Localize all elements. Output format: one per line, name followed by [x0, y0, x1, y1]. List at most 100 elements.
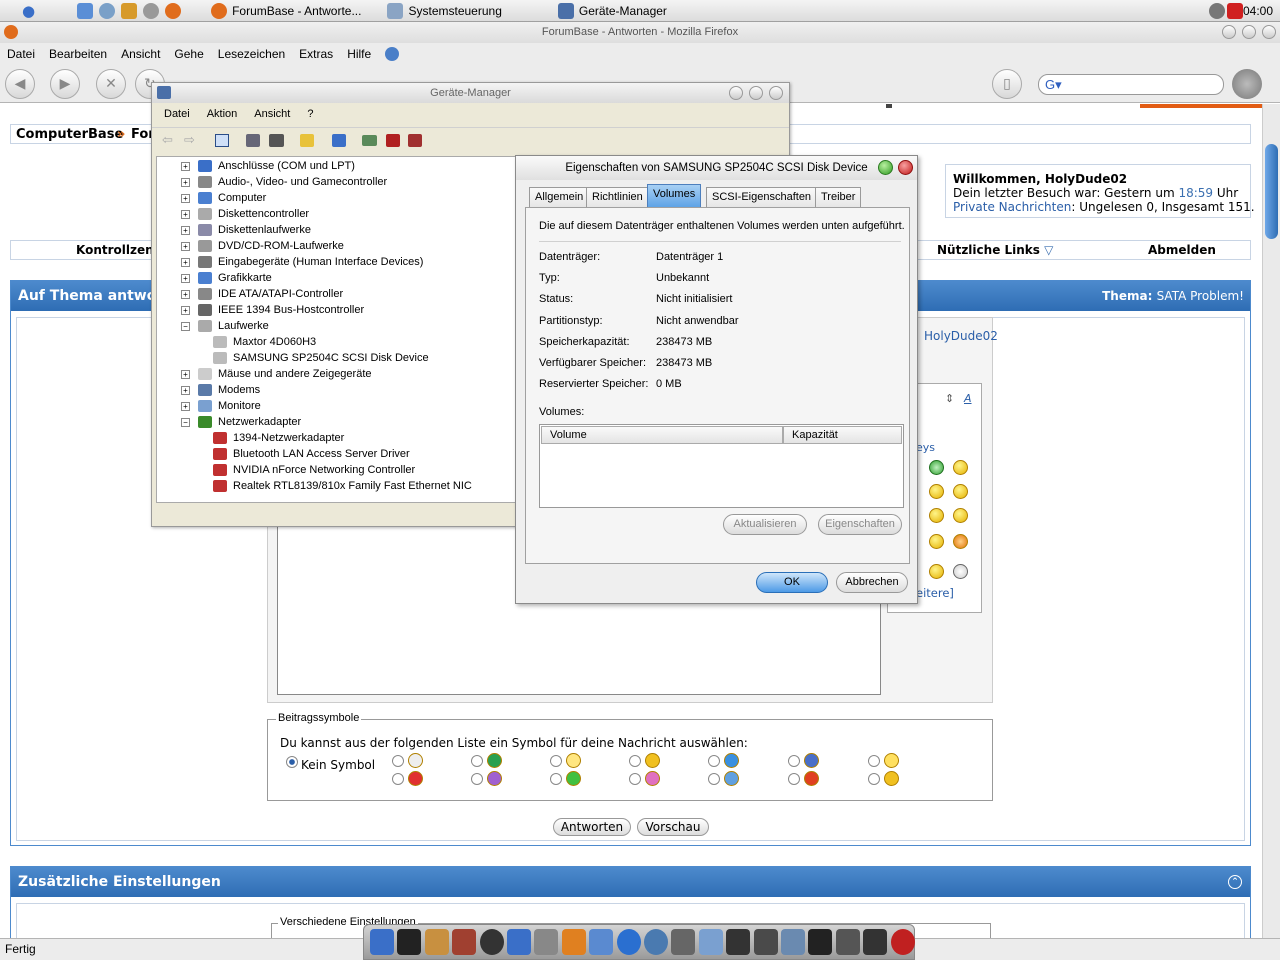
forward-button[interactable]: ▶ — [50, 69, 80, 99]
symbol-radio[interactable] — [868, 755, 880, 767]
smiley-icon[interactable] — [929, 484, 944, 499]
dock-app-icon[interactable] — [863, 929, 888, 955]
menu-datei[interactable]: Datei — [7, 47, 35, 61]
minimize-button[interactable] — [1222, 25, 1236, 39]
menu-gehe[interactable]: Gehe — [174, 47, 203, 61]
refresh-button[interactable]: Aktualisieren — [723, 514, 807, 535]
symbol-radio[interactable] — [471, 773, 483, 785]
dock-app-icon[interactable] — [890, 929, 915, 955]
launcher-icon[interactable] — [121, 2, 138, 19]
symbol-radio[interactable] — [788, 773, 800, 785]
symbol-radio[interactable] — [471, 755, 483, 767]
properties-button[interactable]: Eigenschaften — [818, 514, 902, 535]
properties-icon[interactable] — [246, 134, 260, 147]
font-size-icon[interactable]: A — [964, 392, 972, 405]
expand-icon[interactable]: + — [181, 273, 190, 283]
launcher-icon[interactable] — [143, 2, 160, 19]
launcher-icon[interactable] — [99, 2, 116, 19]
pm-link[interactable]: Private Nachrichten — [953, 200, 1071, 214]
device-item[interactable]: SAMSUNG SP2504C SCSI Disk Device — [213, 350, 429, 366]
symbol-radio[interactable] — [550, 773, 562, 785]
symbol-radio[interactable] — [708, 755, 720, 767]
page-scrollbar[interactable] — [1262, 104, 1280, 938]
collapse-icon[interactable]: ⌃ — [1228, 875, 1242, 889]
preview-button[interactable]: Vorschau — [637, 818, 709, 836]
help-icon[interactable] — [300, 134, 314, 147]
device-category[interactable]: + Computer — [181, 190, 266, 206]
expand-icon[interactable]: + — [181, 193, 190, 203]
symbol-radio[interactable] — [550, 755, 562, 767]
extra-settings-header[interactable]: Zusätzliche Einstellungen ⌃ — [11, 867, 1250, 897]
tab-allgemein[interactable]: Allgemein — [529, 187, 590, 207]
disk-properties-titlebar[interactable]: Eigenschaften von SAMSUNG SP2504C SCSI D… — [516, 156, 917, 180]
device-category[interactable]: + Anschlüsse (COM und LPT) — [181, 158, 355, 174]
smiley-icon[interactable] — [929, 534, 944, 549]
device-item[interactable]: Realtek RTL8139/810x Family Fast Etherne… — [213, 478, 472, 494]
dock-app-icon[interactable] — [616, 929, 641, 955]
menu-ansicht[interactable]: Ansicht — [254, 108, 290, 120]
ok-button[interactable]: OK — [756, 572, 828, 593]
menu-help[interactable]: ? — [307, 108, 313, 120]
smiley-icon[interactable] — [953, 484, 968, 499]
device-category[interactable]: + IDE ATA/ATAPI-Controller — [181, 286, 343, 302]
symbol-radio[interactable] — [868, 773, 880, 785]
smiley-icon[interactable] — [929, 460, 944, 475]
search-field[interactable]: G▾ — [1038, 74, 1224, 95]
nav-logout[interactable]: Abmelden — [1148, 243, 1216, 257]
expand-icon[interactable]: + — [181, 225, 190, 235]
tab-treiber[interactable]: Treiber — [815, 187, 862, 207]
disable-device-icon[interactable] — [386, 134, 400, 147]
more-smilies-link[interactable]: eitere] — [916, 586, 954, 600]
maximize-button[interactable] — [749, 86, 763, 100]
expand-icon[interactable]: + — [181, 305, 190, 315]
print-icon[interactable] — [269, 134, 284, 147]
smiley-icon[interactable] — [953, 460, 968, 475]
smiley-icon[interactable] — [929, 508, 944, 523]
device-tree[interactable]: + Anschlüsse (COM und LPT) + Audio-, Video-… — [156, 156, 518, 503]
device-item[interactable]: Bluetooth LAN Access Server Driver — [213, 446, 410, 462]
expand-icon[interactable]: + — [181, 401, 190, 411]
scan-icon[interactable] — [332, 134, 346, 147]
menu-lesezeichen[interactable]: Lesezeichen — [218, 47, 285, 61]
view-icon[interactable] — [215, 134, 229, 147]
collapse-icon[interactable]: − — [181, 417, 190, 427]
dock-app-icon[interactable] — [507, 929, 531, 955]
minimize-button[interactable] — [729, 86, 743, 100]
smiley-icon[interactable] — [953, 534, 968, 549]
smiley-icon[interactable] — [953, 564, 968, 579]
extension-icon[interactable] — [1232, 69, 1262, 99]
menu-datei[interactable]: Datei — [164, 108, 190, 120]
menu-bearbeiten[interactable]: Bearbeiten — [49, 47, 107, 61]
device-category[interactable]: + Eingabegeräte (Human Interface Devices) — [181, 254, 423, 270]
menu-extras[interactable]: Extras — [299, 47, 333, 61]
device-category[interactable]: + Diskettencontroller — [181, 206, 309, 222]
back-button[interactable]: ◀ — [5, 69, 35, 99]
device-item[interactable]: 1394-Netzwerkadapter — [213, 430, 344, 446]
device-category[interactable]: − Netzwerkadapter — [181, 414, 301, 430]
uninstall-device-icon[interactable] — [408, 134, 422, 147]
dock-app-icon[interactable] — [753, 929, 778, 955]
bookmark-button[interactable]: ▯ — [992, 69, 1022, 99]
device-category[interactable]: + DVD/CD-ROM-Laufwerke — [181, 238, 344, 254]
user-link[interactable]: HolyDude02 — [924, 329, 998, 343]
close-button[interactable] — [769, 86, 783, 100]
smiley-icon[interactable] — [953, 508, 968, 523]
firefox-icon[interactable] — [165, 2, 182, 19]
expand-icon[interactable]: + — [181, 369, 190, 379]
menu-hilfe[interactable]: Hilfe — [347, 47, 371, 61]
security-icon[interactable] — [1227, 3, 1243, 19]
device-item[interactable]: NVIDIA nForce Networking Controller — [213, 462, 415, 478]
dock-app-icon[interactable] — [479, 929, 504, 955]
device-item[interactable]: Maxtor 4D060H3 — [213, 334, 316, 350]
update-driver-icon[interactable] — [362, 135, 377, 146]
maximize-button[interactable] — [1242, 25, 1256, 39]
symbol-radio[interactable] — [392, 755, 404, 767]
device-category[interactable]: + Modems — [181, 382, 260, 398]
volume-icon[interactable] — [1209, 3, 1225, 19]
tab-scsi-eigenschaften[interactable]: SCSI-Eigenschaften — [706, 187, 818, 207]
tab-volumes[interactable]: Volumes — [647, 184, 702, 207]
column-volume[interactable]: Volume — [541, 426, 783, 444]
dock-app-icon[interactable] — [561, 929, 586, 955]
tab-richtlinien[interactable]: Richtlinien — [586, 187, 649, 207]
dock-app-icon[interactable] — [424, 929, 449, 955]
